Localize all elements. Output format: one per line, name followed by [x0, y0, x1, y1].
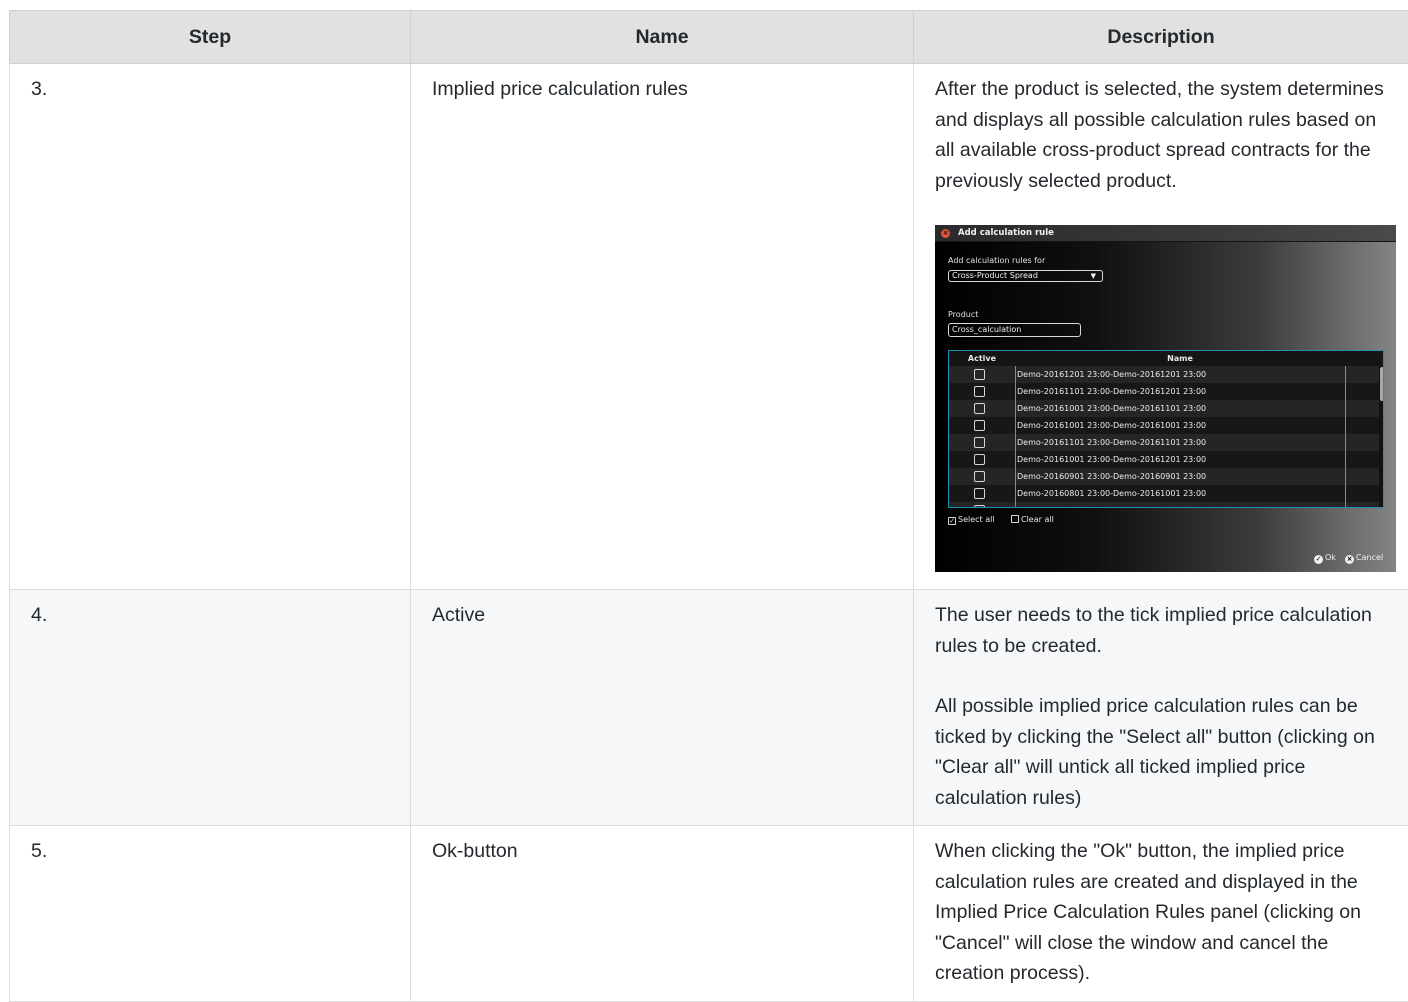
- description-text: The user needs to the tick implied price…: [935, 600, 1388, 661]
- rules-for-select: Cross-Product Spread ▼: [948, 270, 1103, 282]
- grid-divider: [1015, 366, 1016, 508]
- grid-row-name: Demo-20161001 23:00-Demo-20161001 23:00: [1017, 417, 1206, 434]
- description-text: After the product is selected, the syste…: [935, 74, 1388, 196]
- header-row: Step Name Description: [10, 11, 1408, 64]
- clear-all-label: Clear all: [1021, 515, 1054, 524]
- grid-row-name: Demo-20160801 23:00-Demo-20161001 23:00: [1017, 485, 1206, 502]
- grid-row: Demo-20161101 23:00-Demo-20161101 23:00: [949, 434, 1379, 451]
- name-cell: Ok-button: [411, 826, 914, 1002]
- grid-header-name: Name: [1015, 351, 1345, 366]
- dialog-title: Add calculation rule: [958, 228, 1054, 238]
- clear-all-control: Clear all: [1011, 515, 1054, 525]
- checkbox-icon: [974, 420, 985, 431]
- grid-row-name: Demo-20160901 23:00-Demo-20160901 23:00: [1017, 468, 1206, 485]
- checkbox-icon: [974, 454, 985, 465]
- checkbox-icon: [974, 505, 985, 508]
- checkbox-icon: [974, 369, 985, 380]
- grid-row-name: Demo-20161101 23:00-Demo-20161101 23:00: [1017, 434, 1206, 451]
- rules-for-value: Cross-Product Spread: [952, 271, 1038, 280]
- grid-header-active: Active: [949, 351, 1015, 366]
- cancel-label: Cancel: [1356, 553, 1383, 562]
- ok-button: ✓Ok: [1314, 553, 1336, 564]
- steps-table: Step Name Description 3. Implied price c…: [9, 10, 1408, 1002]
- checkbox-icon: [974, 437, 985, 448]
- ok-label: Ok: [1325, 553, 1336, 562]
- grid-row: Demo-20161001 23:00-Demo-20161001 23:00: [949, 417, 1379, 434]
- step-cell: 3.: [10, 64, 411, 590]
- grid-row-name: Demo-20161001 23:00-Demo-20161101 23:00: [1017, 400, 1206, 417]
- check-circle-icon: ✓: [1314, 555, 1323, 564]
- checkbox-icon: [974, 403, 985, 414]
- grid-row: Demo-20160801 23:00-Demo-20161001 23:00: [949, 485, 1379, 502]
- description-text: When clicking the "Ok" button, the impli…: [935, 836, 1388, 989]
- close-icon: ×: [941, 229, 950, 238]
- add-calculation-rule-dialog-screenshot: × Add calculation rule Add calculation r…: [935, 225, 1396, 572]
- chevron-down-icon: ▼: [1091, 271, 1096, 281]
- checkbox-icon: [974, 471, 985, 482]
- grid-row-name: Demo-20161101 23:00-Demo-20161201 23:00: [1017, 383, 1206, 400]
- grid-row: Demo-20161201 23:00-Demo-20161201 23:00: [949, 366, 1379, 383]
- description-cell: When clicking the "Ok" button, the impli…: [914, 826, 1408, 1002]
- table-row: 3. Implied price calculation rules After…: [10, 64, 1408, 590]
- dialog-titlebar: × Add calculation rule: [935, 225, 1396, 242]
- table-row: 5. Ok-button When clicking the "Ok" butt…: [10, 826, 1408, 1002]
- x-circle-icon: ×: [1345, 555, 1354, 564]
- description-cell: The user needs to the tick implied price…: [914, 590, 1408, 826]
- select-all-label: Select all: [958, 515, 995, 524]
- grid-row-name: Demo-20161201 23:00-Demo-20161201 23:00: [1017, 366, 1206, 383]
- grid-row: Demo-20160901 23:00-Demo-20160901 23:00: [949, 468, 1379, 485]
- grid-header: Active Name: [949, 351, 1383, 366]
- header-step: Step: [10, 11, 411, 64]
- table-row: 4. Active The user needs to the tick imp…: [10, 590, 1408, 826]
- checkbox-icon: [974, 488, 985, 499]
- checked-checkbox-icon: ✓: [948, 517, 956, 525]
- grid-row-partial: [949, 502, 1379, 508]
- grid-scrollbar: [1380, 367, 1384, 401]
- product-field: Cross_calculation: [948, 323, 1081, 337]
- grid-row: Demo-20161101 23:00-Demo-20161201 23:00: [949, 383, 1379, 400]
- grid-divider: [1345, 366, 1346, 508]
- product-label: Product: [948, 310, 978, 320]
- step-cell: 5.: [10, 826, 411, 1002]
- name-cell: Active: [411, 590, 914, 826]
- rules-for-label: Add calculation rules for: [948, 256, 1045, 266]
- header-name: Name: [411, 11, 914, 64]
- name-cell: Implied price calculation rules: [411, 64, 914, 590]
- grid-row-name: Demo-20161001 23:00-Demo-20161201 23:00: [1017, 451, 1206, 468]
- cancel-button: ×Cancel: [1345, 553, 1383, 564]
- grid-row: Demo-20161001 23:00-Demo-20161101 23:00: [949, 400, 1379, 417]
- header-description: Description: [914, 11, 1408, 64]
- rules-grid: Active Name Demo-20161201 23:00-Demo-201…: [948, 350, 1384, 508]
- select-all-control: ✓Select all: [948, 515, 995, 525]
- description-cell: After the product is selected, the syste…: [914, 64, 1408, 590]
- checkbox-icon: [1011, 515, 1019, 523]
- step-cell: 4.: [10, 590, 411, 826]
- checkbox-icon: [974, 386, 985, 397]
- grid-row: Demo-20161001 23:00-Demo-20161201 23:00: [949, 451, 1379, 468]
- description-text: All possible implied price calculation r…: [935, 691, 1388, 813]
